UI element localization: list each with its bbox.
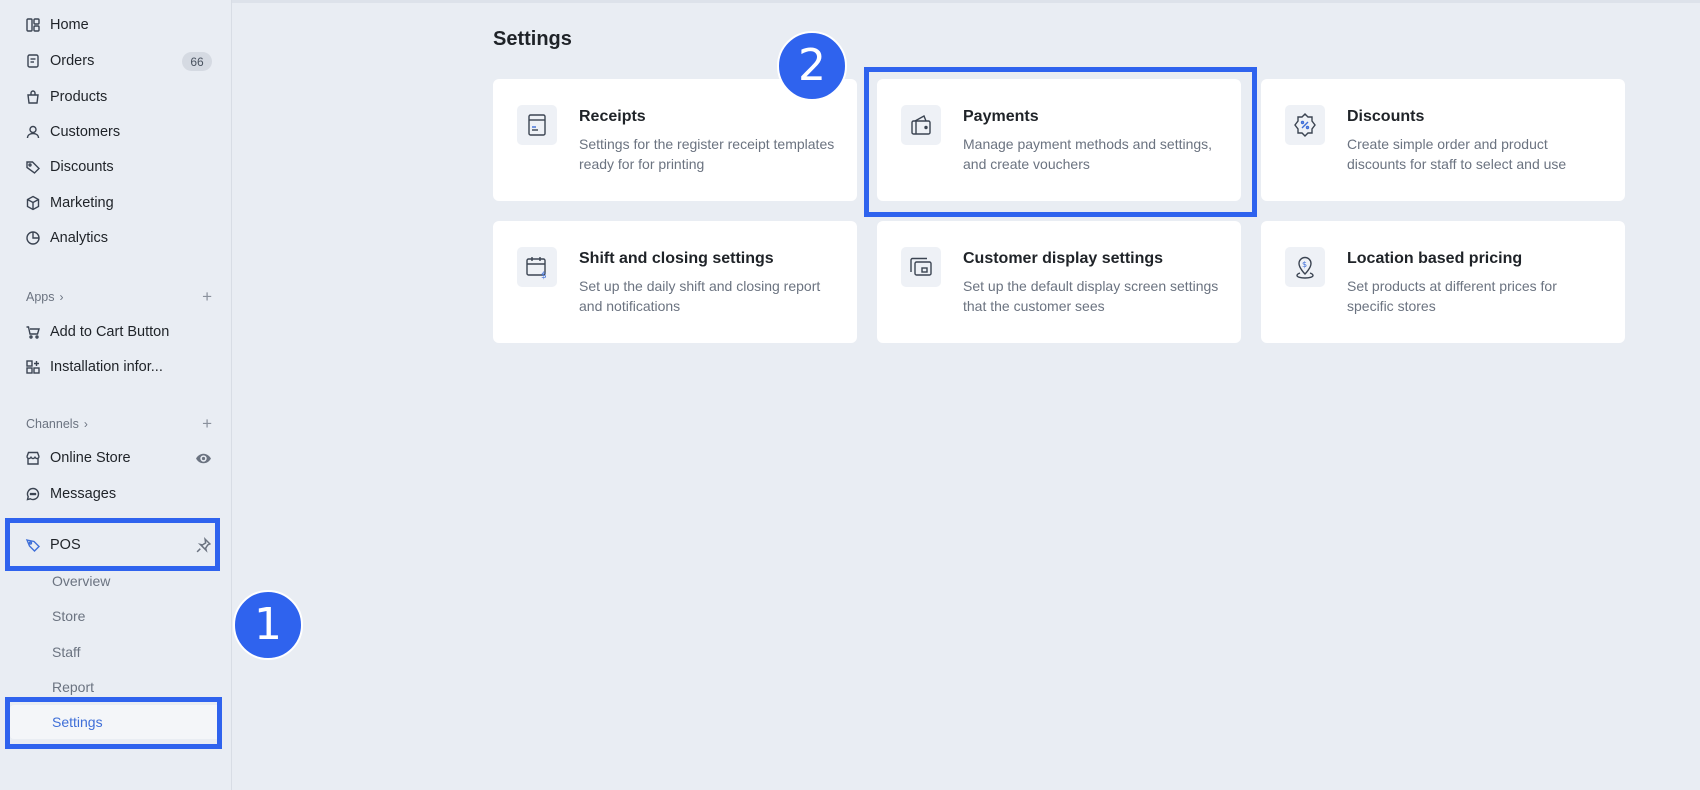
settings-card-discounts[interactable]: Discounts Create simple order and produc… (1261, 79, 1625, 201)
settings-card-payments[interactable]: Payments Manage payment methods and sett… (877, 79, 1241, 201)
step-marker-2: 2 (777, 31, 847, 101)
nav-discounts[interactable]: Discounts (10, 150, 222, 184)
card-title: Customer display settings (963, 250, 1164, 267)
pos-sub-report[interactable]: Report (10, 670, 222, 704)
nav-label: Home (50, 17, 89, 33)
pin-icon[interactable] (194, 536, 212, 554)
eye-icon[interactable] (194, 449, 212, 467)
card-description: Settings for the register receipt templa… (579, 136, 835, 172)
settings-card-location-pricing[interactable]: $ Location based pricing Set products at… (1261, 221, 1625, 343)
marketing-icon (24, 194, 42, 212)
nav-online-store[interactable]: Online Store (10, 441, 222, 475)
nav-customers[interactable]: Customers (10, 115, 222, 149)
nav-label: Installation infor... (50, 359, 163, 375)
settings-card-shift-closing[interactable]: $ Shift and closing settings Set up the … (493, 221, 857, 343)
settings-card-customer-display[interactable]: Customer display settings Set up the def… (877, 221, 1241, 343)
tag-icon (24, 158, 42, 176)
card-title: Location based pricing (1347, 250, 1523, 267)
apps-section-header[interactable]: Apps › + (10, 286, 222, 308)
card-description: Set up the daily shift and closing repor… (579, 278, 821, 314)
products-icon (24, 88, 42, 106)
card-description: Set products at different prices for spe… (1347, 278, 1557, 314)
nav-label: Analytics (50, 230, 109, 246)
installation-icon (24, 358, 42, 376)
top-border (0, 0, 1700, 3)
add-channel-plus-icon[interactable]: + (202, 414, 212, 434)
nav-orders[interactable]: Orders 66 (10, 44, 222, 78)
cart-icon (24, 323, 42, 341)
orders-icon (24, 52, 42, 70)
location-dollar-icon: $ (1285, 247, 1325, 287)
display-icon (901, 247, 941, 287)
card-description: Create simple order and product discount… (1347, 136, 1567, 172)
nav-app-installation[interactable]: Installation infor... (10, 350, 222, 384)
card-description: Manage payment methods and settings, and… (963, 136, 1213, 172)
analytics-icon (24, 229, 42, 247)
nav-label: Customers (50, 124, 121, 140)
nav-analytics[interactable]: Analytics (10, 221, 222, 255)
nav-label: Add to Cart Button (50, 324, 170, 340)
nav-label: Marketing (50, 195, 114, 211)
wallet-icon (901, 105, 941, 145)
nav-marketing[interactable]: Marketing (10, 186, 222, 220)
nav-label: Products (50, 89, 108, 105)
orders-count-badge: 66 (182, 52, 212, 71)
channels-header-label: Channels (26, 417, 79, 431)
card-title: Payments (963, 108, 1039, 125)
nav-pos[interactable]: POS (10, 528, 222, 562)
page-title: Settings (493, 28, 572, 50)
channels-section-header[interactable]: Channels › + (10, 413, 222, 435)
pos-sub-overview[interactable]: Overview (10, 564, 222, 598)
nav-label: Online Store (50, 450, 131, 466)
step-marker-1: 1 (233, 590, 303, 660)
nav-label: Discounts (50, 159, 114, 175)
pos-sub-store[interactable]: Store (10, 599, 222, 633)
nav-messages[interactable]: Messages (10, 477, 222, 511)
home-icon (24, 16, 42, 34)
calendar-dollar-icon: $ (517, 247, 557, 287)
svg-text:$: $ (1302, 260, 1307, 269)
nav-products[interactable]: Products (10, 80, 222, 114)
nav-label: Orders (50, 53, 95, 69)
discount-badge-icon (1285, 105, 1325, 145)
card-title: Shift and closing settings (579, 250, 774, 267)
nav-label: POS (50, 537, 81, 553)
add-app-plus-icon[interactable]: + (202, 287, 212, 307)
customers-icon (24, 123, 42, 141)
sidebar: Home Orders 66 Products Customers Discou… (0, 0, 232, 790)
messages-icon (24, 485, 42, 503)
pos-icon (24, 536, 42, 554)
card-description: Set up the default display screen settin… (963, 278, 1219, 314)
nav-label: Messages (50, 486, 117, 502)
apps-header-label: Apps (26, 290, 55, 304)
svg-text:$: $ (541, 271, 547, 281)
chevron-right-icon: › (59, 290, 64, 304)
chevron-right-icon: › (83, 417, 88, 431)
pos-sub-staff[interactable]: Staff (10, 635, 222, 669)
pos-sub-settings[interactable]: Settings (10, 705, 222, 739)
card-title: Receipts (579, 108, 646, 125)
receipt-icon (517, 105, 557, 145)
nav-home[interactable]: Home (10, 8, 222, 42)
nav-app-add-to-cart[interactable]: Add to Cart Button (10, 315, 222, 349)
card-title: Discounts (1347, 108, 1425, 125)
store-icon (24, 449, 42, 467)
